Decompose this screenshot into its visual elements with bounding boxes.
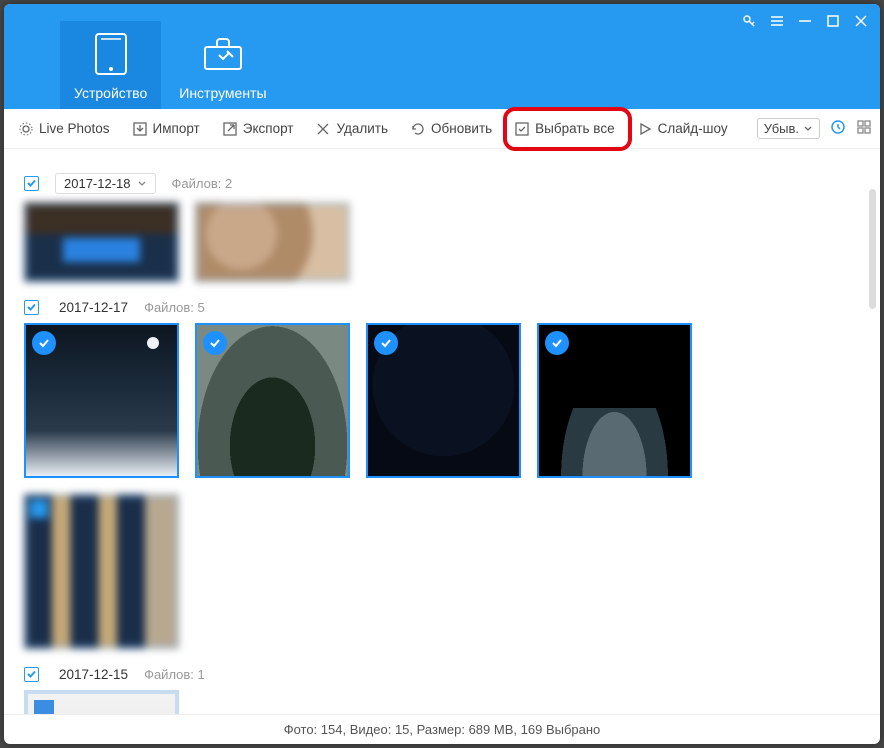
app-window: Устройство Инструменты Live Photos Импор…: [4, 4, 880, 744]
tab-device[interactable]: Устройство: [60, 21, 161, 109]
slideshow-button[interactable]: Слайд-шоу: [631, 117, 734, 141]
menu-icon[interactable]: [770, 14, 784, 31]
live-photos-button[interactable]: Live Photos: [12, 117, 116, 141]
label: Слайд-шоу: [658, 121, 728, 136]
import-button[interactable]: Импорт: [126, 117, 206, 141]
thumb-row: [24, 690, 860, 714]
selected-badge-icon: [545, 331, 569, 355]
selected-badge-icon: [374, 331, 398, 355]
header-tabs: Устройство Инструменты: [4, 21, 281, 109]
photo-thumb[interactable]: [195, 323, 350, 478]
label: Обновить: [431, 121, 492, 136]
tab-tools[interactable]: Инструменты: [165, 21, 280, 109]
clock-view-icon[interactable]: [830, 119, 846, 138]
close-icon[interactable]: [854, 14, 868, 31]
import-icon: [132, 121, 148, 137]
date-label: 2017-12-15: [55, 667, 128, 682]
export-icon: [222, 121, 238, 137]
window-controls: [742, 14, 868, 31]
status-text: Фото: 154, Видео: 15, Размер: 689 MB, 16…: [284, 722, 601, 737]
maximize-icon[interactable]: [826, 14, 840, 31]
play-icon: [637, 121, 653, 137]
delete-button[interactable]: Удалить: [309, 117, 394, 141]
photo-thumb[interactable]: [24, 690, 179, 714]
live-photos-icon: [18, 121, 34, 137]
chevron-down-icon: [803, 124, 813, 134]
group-header: 2017-12-15 Файлов: 1: [24, 667, 860, 682]
select-all-button[interactable]: Выбрать все: [508, 117, 620, 141]
files-count: Файлов: 2: [172, 176, 233, 191]
group-header: 2017-12-18 Файлов: 2: [24, 173, 860, 194]
selected-badge-icon: [32, 331, 56, 355]
photo-thumb[interactable]: [537, 323, 692, 478]
status-bar: Фото: 154, Видео: 15, Размер: 689 MB, 16…: [4, 714, 880, 744]
sort-dropdown[interactable]: Убыв.: [757, 118, 820, 139]
select-all-icon: [514, 121, 530, 137]
photo-thumb[interactable]: [195, 202, 350, 282]
group-header: 2017-12-17 Файлов: 5: [24, 300, 860, 315]
scrollbar[interactable]: [869, 189, 876, 309]
refresh-button[interactable]: Обновить: [404, 117, 498, 141]
thumb-row: [24, 202, 860, 282]
label: Удалить: [336, 121, 388, 136]
label: Выбрать все: [535, 121, 614, 136]
group-checkbox[interactable]: [24, 176, 39, 191]
label: Убыв.: [764, 121, 799, 136]
delete-icon: [315, 121, 331, 137]
thumb-row: [24, 323, 860, 649]
refresh-icon: [410, 121, 426, 137]
content-area: 2017-12-18 Файлов: 2 2017-12-17 Файлов: …: [4, 149, 880, 714]
photo-thumb[interactable]: [366, 323, 521, 478]
tab-label: Инструменты: [179, 85, 266, 101]
toolbox-icon: [203, 31, 243, 77]
date-label: 2017-12-18: [64, 176, 131, 191]
files-count: Файлов: 5: [144, 300, 205, 315]
header: Устройство Инструменты: [4, 4, 880, 109]
minimize-icon[interactable]: [798, 14, 812, 31]
label: Live Photos: [39, 121, 110, 136]
photo-thumb[interactable]: [24, 202, 179, 282]
grid-view-icon[interactable]: [856, 119, 872, 138]
group-checkbox[interactable]: [24, 300, 39, 315]
selected-badge-icon: [30, 500, 48, 518]
key-icon[interactable]: [742, 14, 756, 31]
toolbar: Live Photos Импорт Экспорт Удалить Обнов…: [4, 109, 880, 149]
photo-thumb[interactable]: [24, 323, 179, 478]
label: Импорт: [153, 121, 200, 136]
chevron-down-icon: [137, 179, 147, 189]
tab-label: Устройство: [74, 85, 147, 101]
photo-thumb[interactable]: [24, 494, 179, 649]
label: Экспорт: [243, 121, 294, 136]
toolbar-right: Убыв.: [757, 118, 872, 139]
export-button[interactable]: Экспорт: [216, 117, 300, 141]
tablet-icon: [91, 31, 131, 77]
group-checkbox[interactable]: [24, 667, 39, 682]
date-dropdown[interactable]: 2017-12-18: [55, 173, 156, 194]
files-count: Файлов: 1: [144, 667, 205, 682]
date-label: 2017-12-17: [55, 300, 128, 315]
selected-badge-icon: [203, 331, 227, 355]
